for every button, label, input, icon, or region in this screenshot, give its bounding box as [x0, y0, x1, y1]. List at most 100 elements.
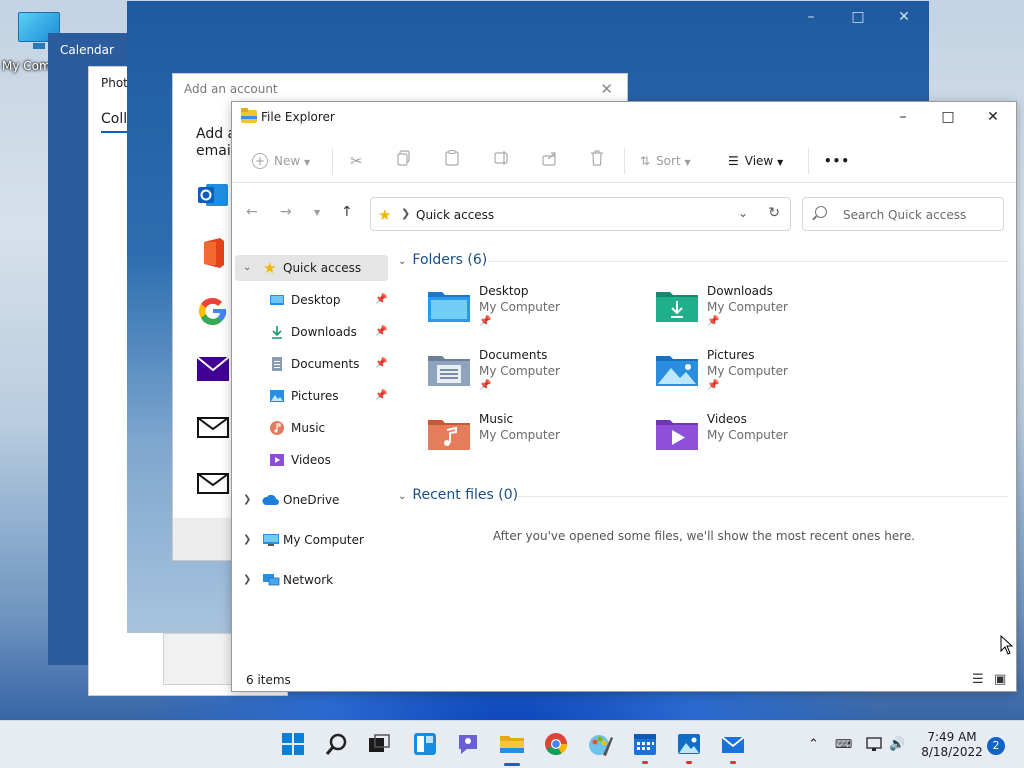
- recent-locations-button[interactable]: ▼: [314, 208, 320, 217]
- chevron-down-icon[interactable]: ⌄: [398, 491, 406, 502]
- nav-item-videos[interactable]: Videos: [235, 447, 388, 473]
- task-view-icon[interactable]: [366, 731, 392, 757]
- nav-item-music[interactable]: Music: [235, 415, 388, 441]
- chevron-right-icon[interactable]: ❯: [243, 527, 251, 553]
- chevron-down-icon[interactable]: ⌄: [243, 255, 251, 281]
- nav-item-documents[interactable]: Documents 📌: [235, 351, 388, 377]
- mail-icon[interactable]: [720, 731, 746, 757]
- sort-icon: ⇅: [640, 154, 651, 168]
- paste-icon[interactable]: [445, 150, 459, 172]
- share-icon[interactable]: [542, 150, 558, 172]
- chat-icon[interactable]: [455, 731, 481, 757]
- keyboard-icon[interactable]: ⌨: [835, 737, 852, 751]
- mail-icon[interactable]: [196, 410, 230, 444]
- pictures-icon: [270, 390, 284, 402]
- network-icon: [263, 574, 280, 586]
- folder-tile-desktop[interactable]: Desktop My Computer 📌: [428, 284, 648, 342]
- pin-icon: 📌: [375, 390, 388, 401]
- nav-item-pictures[interactable]: Pictures 📌: [235, 383, 388, 409]
- nav-item-desktop[interactable]: Desktop 📌: [235, 287, 388, 313]
- clock[interactable]: 7:49 AM 8/18/2022: [918, 730, 986, 760]
- show-hidden-icons-chevron-up-icon[interactable]: ⌃: [808, 737, 819, 752]
- star-icon: ★: [378, 206, 392, 224]
- notification-badge[interactable]: 2: [987, 737, 1005, 755]
- chevron-down-icon[interactable]: ⌄: [738, 206, 748, 220]
- folder-tile-pictures[interactable]: Pictures My Computer 📌: [656, 348, 876, 406]
- start-icon[interactable]: [280, 731, 306, 757]
- delete-icon[interactable]: [590, 150, 604, 172]
- address-bar-row: ← → ▼ ↑ ★ ❯ Quick access ⌄ ↻ Search Quic…: [232, 186, 1016, 242]
- nav-item-downloads[interactable]: Downloads 📌: [235, 319, 388, 345]
- more-options-button[interactable]: •••: [824, 150, 850, 172]
- office-icon[interactable]: [196, 236, 230, 270]
- copy-icon[interactable]: [397, 150, 411, 172]
- calendar-icon[interactable]: [632, 731, 658, 757]
- folder-tile-music[interactable]: Music My Computer: [428, 412, 648, 470]
- address-text[interactable]: Quick access: [416, 208, 494, 222]
- pictures-folder-icon: [656, 356, 698, 386]
- music-icon: [270, 421, 284, 435]
- forward-button[interactable]: →: [280, 204, 292, 220]
- pin-icon: 📌: [707, 380, 720, 391]
- pin-icon: 📌: [479, 316, 492, 327]
- background-panel: [163, 633, 233, 685]
- nav-item-network[interactable]: ❯ Network: [235, 567, 388, 593]
- close-icon[interactable]: ✕: [896, 9, 912, 25]
- folder-tile-downloads[interactable]: Downloads My Computer 📌: [656, 284, 876, 342]
- widgets-icon[interactable]: [412, 731, 438, 757]
- nav-item-onedrive[interactable]: ❯ OneDrive: [235, 487, 388, 513]
- sort-button[interactable]: ⇅ Sort ▼: [640, 150, 691, 172]
- minimize-button[interactable]: –: [880, 102, 926, 132]
- chrome-icon[interactable]: [543, 731, 569, 757]
- file-explorer-window[interactable]: File Explorer – □ ✕ + New ▼ ✂ ⇅ Sort ▼ ☰ Vi…: [231, 101, 1017, 692]
- back-button[interactable]: ←: [246, 204, 258, 220]
- nav-item-quick-access[interactable]: ⌄ ★ Quick access: [235, 255, 388, 281]
- close-icon[interactable]: ✕: [600, 80, 613, 98]
- yahoo-mail-icon[interactable]: [196, 352, 230, 386]
- up-button[interactable]: ↑: [341, 204, 353, 220]
- nav-item-my-computer[interactable]: ❯ My Computer: [235, 527, 388, 553]
- maximize-button[interactable]: □: [925, 102, 971, 132]
- details-view-icon[interactable]: ☰: [972, 672, 984, 687]
- mail-icon[interactable]: [196, 466, 230, 500]
- cut-icon[interactable]: ✂: [350, 150, 363, 172]
- pin-icon: 📌: [375, 326, 388, 337]
- search-icon[interactable]: [324, 731, 350, 757]
- title-bar[interactable]: File Explorer – □ ✕: [232, 102, 1016, 132]
- taskbar: ⌃ ⌨ 🔊 7:49 AM 8/18/2022 2: [0, 720, 1024, 768]
- maximize-icon[interactable]: □: [850, 9, 866, 25]
- pin-icon: 📌: [479, 380, 492, 391]
- folder-tile-documents[interactable]: Documents My Computer 📌: [428, 348, 648, 406]
- view-button[interactable]: ☰ View ▼: [728, 150, 783, 172]
- close-button[interactable]: ✕: [970, 102, 1016, 132]
- window-title: File Explorer: [261, 110, 335, 124]
- google-icon[interactable]: [196, 294, 230, 328]
- desktop-icon: [270, 295, 284, 305]
- search-input[interactable]: Search Quick access: [802, 197, 1004, 231]
- chevron-right-icon[interactable]: ❯: [401, 207, 410, 220]
- paint-icon[interactable]: [587, 731, 613, 757]
- file-explorer-icon[interactable]: [499, 731, 525, 757]
- volume-icon[interactable]: 🔊: [889, 737, 905, 752]
- photos-icon[interactable]: [676, 731, 702, 757]
- content-pane: ⌄ Folders (6) Desktop My Computer 📌 Downl…: [392, 246, 1016, 666]
- dialog-title: Add an account: [184, 82, 278, 96]
- pin-icon: 📌: [375, 358, 388, 369]
- outlook-icon[interactable]: [196, 178, 230, 212]
- recent-files-section-header[interactable]: ⌄ Recent files (0): [398, 487, 518, 503]
- network-icon[interactable]: [866, 737, 884, 753]
- refresh-icon[interactable]: ↻: [768, 205, 780, 221]
- rename-icon[interactable]: [494, 150, 510, 172]
- chevron-right-icon[interactable]: ❯: [243, 567, 251, 593]
- music-folder-icon: [428, 420, 470, 450]
- navigation-pane: ⌄ ★ Quick access Desktop 📌 Downloads 📌 D…: [232, 246, 392, 666]
- new-button[interactable]: + New ▼: [252, 150, 310, 172]
- address-bar[interactable]: ★ ❯ Quick access ⌄ ↻: [370, 197, 791, 231]
- chevron-right-icon[interactable]: ❯: [243, 487, 251, 513]
- minimize-icon[interactable]: –: [803, 9, 819, 25]
- chevron-down-icon[interactable]: ⌄: [398, 256, 406, 267]
- folders-section-header[interactable]: ⌄ Folders (6): [398, 252, 487, 268]
- large-icons-view-icon[interactable]: ▣: [994, 672, 1006, 687]
- clock-time: 7:49 AM: [927, 730, 977, 744]
- folder-tile-videos[interactable]: Videos My Computer: [656, 412, 876, 470]
